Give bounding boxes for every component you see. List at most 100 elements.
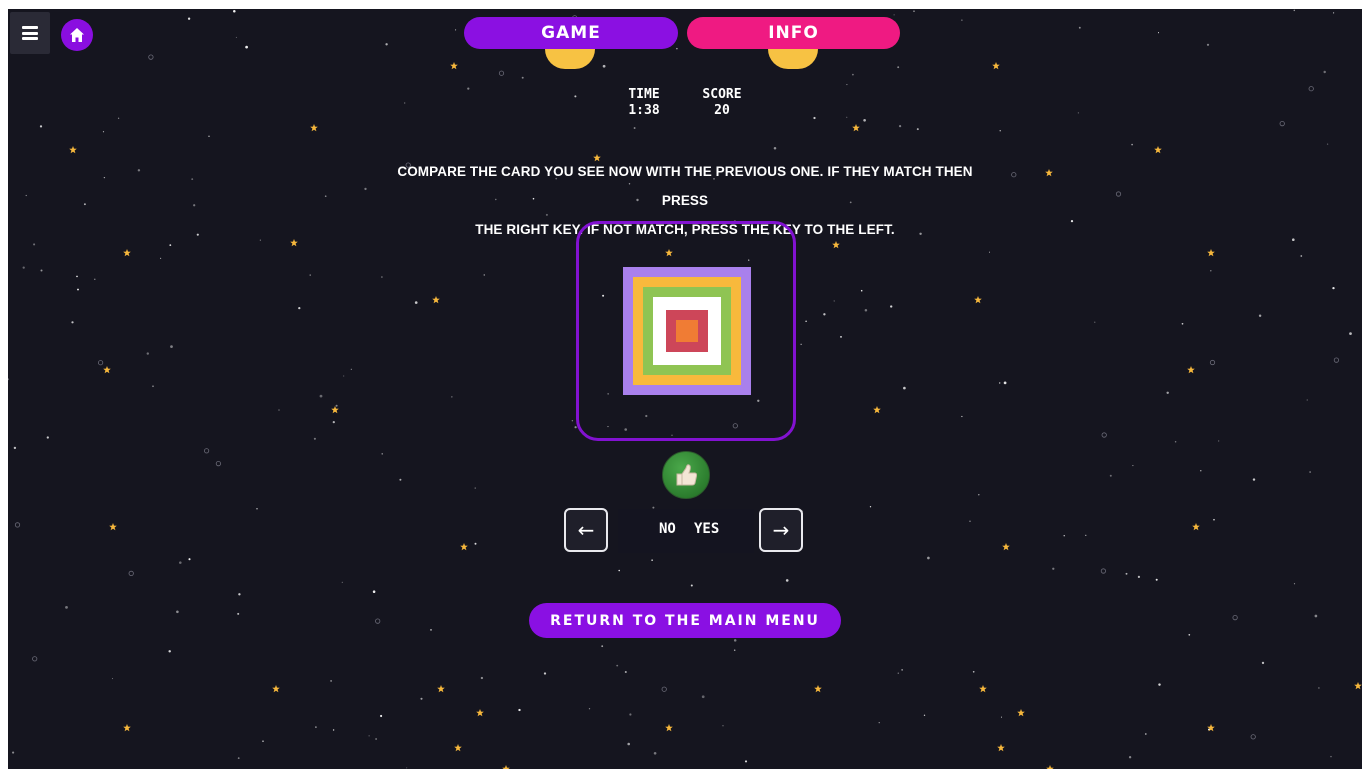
star-dot-97	[840, 335, 842, 338]
star-dot-170	[1166, 391, 1169, 395]
star-dot-177	[1326, 143, 1329, 145]
golden-star-27	[476, 709, 484, 717]
tab-game[interactable]: GAME	[464, 17, 678, 49]
star-dot-41	[903, 386, 906, 390]
return-to-main-menu-button[interactable]: RETURN TO THE MAIN MENU	[529, 603, 841, 638]
tab-info[interactable]: INFO	[687, 17, 900, 49]
star-dot-182	[332, 420, 335, 424]
star-dot-4	[916, 128, 919, 131]
star-dot-142	[972, 670, 975, 673]
star-dot-95	[1213, 518, 1215, 521]
star-dot-160	[574, 95, 577, 98]
golden-star-2	[992, 62, 1000, 70]
ring-star-0	[1100, 568, 1107, 574]
star-dot-138	[1144, 733, 1147, 735]
ring-star-14	[1115, 191, 1122, 197]
left-key-button[interactable]: ←	[564, 508, 608, 552]
golden-star-34	[1354, 682, 1362, 690]
star-dot-120	[1292, 238, 1295, 241]
ring-star-6	[1209, 359, 1216, 366]
star-dot-89	[25, 194, 27, 197]
ring-star-1	[1250, 734, 1256, 740]
right-key-button[interactable]: →	[759, 508, 803, 552]
star-dot-127	[1128, 756, 1132, 759]
star-dot-25	[176, 610, 179, 614]
star-dot-153	[169, 244, 172, 246]
score-stat: SCORE 20	[692, 87, 752, 119]
home-button[interactable]	[61, 19, 93, 51]
star-dot-82	[846, 84, 848, 86]
star-dot-55	[1218, 440, 1220, 442]
star-dot-81	[8, 378, 10, 381]
ring-star-18	[375, 618, 381, 624]
score-label: SCORE	[702, 87, 742, 102]
golden-star-4	[310, 124, 318, 132]
star-dot-176	[1000, 716, 1003, 718]
star-dot-78	[633, 127, 636, 129]
star-dot-72	[833, 300, 835, 302]
star-dot-157	[315, 726, 317, 728]
star-dot-35	[618, 569, 620, 572]
golden-star-21	[1002, 543, 1010, 551]
star-dot-117	[313, 437, 316, 440]
star-dot-137	[451, 396, 453, 398]
golden-star-6	[69, 146, 77, 154]
star-dot-166	[40, 269, 43, 272]
golden-star-13	[432, 296, 440, 304]
star-dot-53	[420, 697, 423, 700]
star-dot-158	[897, 672, 899, 674]
star-dot-44	[744, 760, 748, 763]
star-dot-179	[1293, 583, 1296, 585]
star-dot-49	[898, 124, 902, 128]
star-dot-57	[455, 29, 457, 31]
memory-card	[576, 221, 796, 441]
golden-star-32	[454, 744, 462, 752]
feedback-indicator	[662, 451, 710, 499]
star-dot-109	[474, 487, 476, 489]
ring-star-7	[498, 70, 505, 76]
star-dot-184	[846, 116, 848, 118]
star-dot-161	[588, 708, 591, 710]
star-dot-75	[1210, 270, 1212, 272]
star-dot-130	[1137, 575, 1141, 579]
star-dot-149	[168, 650, 171, 653]
star-dot-112	[332, 729, 335, 731]
star-dot-32	[1077, 112, 1080, 114]
ring-star-12	[215, 460, 221, 467]
golden-star-22	[1192, 523, 1200, 531]
ring-star-19	[1101, 432, 1107, 438]
star-dot-17	[364, 187, 367, 191]
star-dot-19	[1261, 661, 1265, 665]
star-dot-69	[1309, 471, 1311, 473]
golden-star-18	[1187, 366, 1195, 374]
star-dot-159	[1323, 70, 1326, 74]
star-dot-11	[330, 679, 333, 682]
star-dot-110	[521, 76, 524, 79]
star-dot-152	[913, 10, 915, 12]
star-dot-102	[988, 251, 991, 253]
star-dot-108	[237, 612, 240, 615]
thumbs-up-icon	[676, 464, 698, 486]
star-dot-16	[601, 645, 604, 648]
ring-star-20	[1308, 86, 1314, 92]
golden-star-30	[665, 724, 673, 732]
star-dot-217	[341, 581, 343, 583]
instructions-line-1: COMPARE THE CARD YOU SEE NOW WITH THE PR…	[397, 164, 973, 208]
golden-star-24	[437, 685, 445, 693]
star-dot-191	[309, 274, 311, 276]
star-dot-98	[152, 385, 154, 388]
star-dot-135	[467, 87, 470, 90]
star-dot-24	[624, 670, 627, 674]
game-stage: GAME INFO TIME 1:38 SCORE 20 COMPARE THE…	[8, 9, 1362, 769]
star-dot-165	[923, 714, 926, 716]
star-dot-118	[350, 368, 352, 370]
star-dot-171	[773, 146, 777, 150]
hamburger-menu-button[interactable]	[10, 12, 50, 54]
star-dot-147	[1070, 220, 1074, 223]
golden-star-36	[1046, 765, 1054, 769]
star-dot-144	[543, 672, 547, 675]
star-dot-115	[893, 14, 895, 16]
star-dot-141	[869, 506, 872, 508]
star-dot-73	[518, 708, 521, 712]
star-dot-85	[1155, 578, 1158, 581]
